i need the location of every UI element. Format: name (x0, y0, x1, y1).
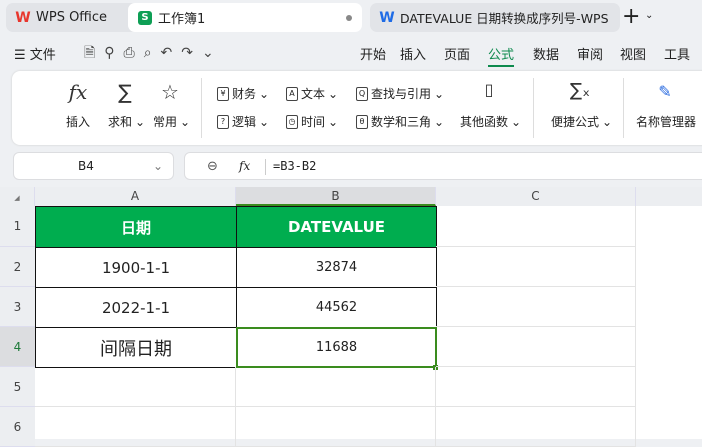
name-manager-icon: ✎ (658, 82, 672, 101)
cell-b4-selected[interactable]: 11688 (236, 327, 437, 368)
row-header-4[interactable]: 4 (0, 327, 35, 367)
menu-tools[interactable]: 工具 (664, 44, 690, 63)
row-header-5[interactable]: 5 (0, 367, 35, 407)
text-icon: A (286, 86, 298, 101)
unsaved-dot-icon (346, 15, 352, 21)
sum-button[interactable]: 求和 ⌄ (108, 113, 145, 130)
cell-a4[interactable]: 间隔日期 (35, 327, 237, 368)
menu-data[interactable]: 数据 (533, 44, 559, 63)
cell-b6[interactable] (236, 407, 436, 447)
logic-icon: ? (217, 114, 229, 129)
zoom-out-icon[interactable]: ⊖ (207, 159, 218, 174)
menu-insert[interactable]: 插入 (400, 44, 426, 63)
common-button[interactable]: 常用 ⌄ (153, 113, 190, 130)
text-button[interactable]: A 文本 ⌄ (286, 85, 338, 102)
divider (201, 78, 202, 138)
column-header-b[interactable]: B (236, 187, 436, 206)
column-header-a[interactable]: A (35, 187, 236, 206)
name-manager-button[interactable]: 名称管理器 (636, 113, 696, 130)
divider (533, 78, 534, 138)
quick-formula-icon: ∑ₓ (569, 80, 591, 101)
insert-function-icon: fx (68, 80, 88, 104)
cell-b2[interactable]: 32874 (236, 247, 437, 288)
row-header-6[interactable]: 6 (0, 407, 35, 447)
menu-view[interactable]: 视图 (620, 44, 646, 63)
star-icon: ☆ (161, 80, 179, 104)
cell-a1[interactable]: 日期 (35, 206, 237, 248)
cell-c5[interactable] (436, 367, 636, 407)
menu-start[interactable]: 开始 (360, 44, 386, 63)
cell-b3[interactable]: 44562 (236, 287, 437, 328)
chevron-down-icon: ⌄ (152, 159, 163, 173)
select-all-button[interactable]: ◢ (0, 187, 35, 206)
formula-bar[interactable]: ⊖ fx =B3-B2 (184, 152, 702, 180)
logic-button[interactable]: ? 逻辑 ⌄ (217, 113, 269, 130)
quick-formula-button[interactable]: 便捷公式 ⌄ (551, 113, 612, 130)
new-tab-button[interactable]: + (622, 4, 640, 29)
spreadsheet-icon: S (138, 10, 152, 25)
divider (623, 78, 624, 138)
cell-c4[interactable] (436, 327, 636, 367)
insert-function-button[interactable]: 插入 (66, 113, 90, 130)
row-header-3[interactable]: 3 (0, 287, 35, 327)
divider (265, 159, 266, 175)
file-menu[interactable]: ☰ 文件 (14, 44, 56, 63)
tab-document[interactable]: W DATEVALUE 日期转换成序列号-WPS (370, 3, 620, 32)
time-button[interactable]: ◷ 时间 ⌄ (286, 113, 338, 130)
wps-writer-icon: W (379, 9, 395, 26)
sum-icon: ∑ (118, 80, 132, 104)
other-functions-button[interactable]: 其他函数 ⌄ (460, 113, 521, 130)
spreadsheet-grid: ◢ A B C 1 2 3 4 5 6 日期 DATEVALUE 1900-1-… (0, 187, 702, 447)
row-header-2[interactable]: 2 (0, 247, 35, 287)
cell-a5[interactable] (35, 367, 236, 407)
name-box[interactable]: B4 ⌄ (13, 152, 174, 180)
menu-formula[interactable]: 公式 (488, 44, 515, 67)
menu-review[interactable]: 审阅 (577, 44, 603, 63)
math-icon: θ (356, 114, 368, 129)
tab-list-chevron-icon[interactable]: ⌄ (645, 10, 653, 21)
cell-c3[interactable] (436, 287, 636, 327)
column-header-empty (636, 187, 702, 206)
cell-a3[interactable]: 2022-1-1 (35, 287, 237, 328)
tab-workbook[interactable]: S 工作簿1 (128, 3, 362, 32)
finance-icon: ¥ (217, 86, 229, 101)
cell-a6[interactable] (35, 407, 236, 447)
wps-logo-icon: W (15, 9, 31, 26)
finance-button[interactable]: ¥ 财务 ⌄ (217, 85, 269, 102)
lookup-button[interactable]: Q 查找与引用 ⌄ (356, 85, 444, 102)
row-header-1[interactable]: 1 (0, 206, 35, 247)
cell-c6[interactable] (436, 407, 636, 447)
fx-icon[interactable]: fx (239, 159, 250, 173)
cell-c2[interactable] (436, 247, 636, 287)
cell-c1[interactable] (436, 206, 636, 247)
lookup-icon: Q (356, 86, 368, 101)
clock-icon: ◷ (286, 114, 298, 129)
cell-b5[interactable] (236, 367, 436, 407)
formula-input[interactable]: =B3-B2 (273, 159, 316, 173)
menu-page[interactable]: 页面 (444, 44, 470, 63)
column-header-c[interactable]: C (436, 187, 636, 206)
cell-b1[interactable]: DATEVALUE (236, 206, 437, 248)
quick-access-icons[interactable]: 🗎⚲⎙⌕↶↷⌄ (84, 42, 223, 66)
math-button[interactable]: θ 数学和三角 ⌄ (356, 113, 444, 130)
other-functions-icon: ▯ (484, 80, 494, 99)
cell-a2[interactable]: 1900-1-1 (35, 247, 237, 288)
